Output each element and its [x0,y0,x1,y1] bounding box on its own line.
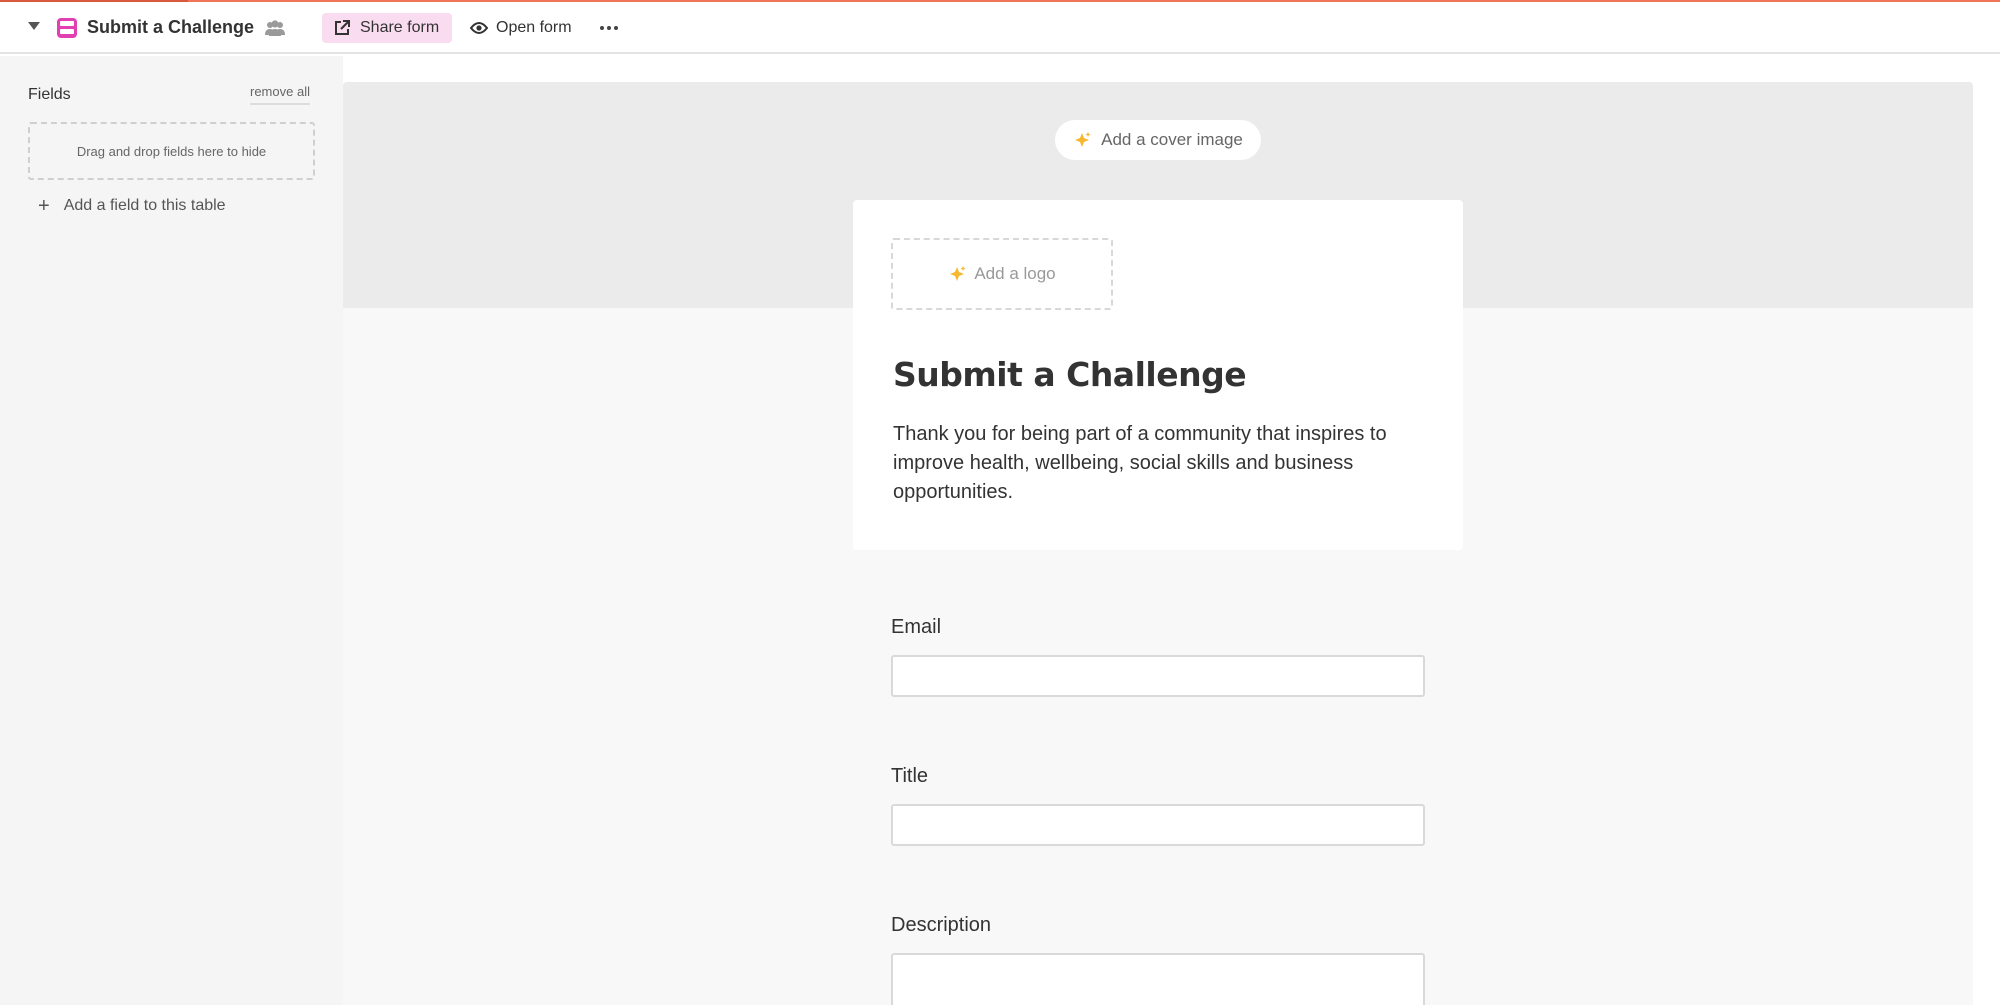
open-form-label: Open form [496,19,572,36]
add-field-button[interactable]: + Add a field to this table [38,196,226,216]
add-logo-label: Add a logo [974,264,1056,283]
add-logo-button[interactable]: Add a logo [891,238,1113,310]
form-canvas: Add a cover image Add a logo Submit a Ch… [343,82,1973,1005]
share-form-label: Share form [360,19,440,36]
form-description[interactable]: Thank you for being part of a community … [893,420,1433,507]
open-form-button[interactable]: Open form [470,13,572,43]
field-label: Title [891,765,929,787]
description-field[interactable] [891,953,1425,1005]
dropzone-text: Drag and drop fields here to hide [76,143,267,159]
form-field-description: Description [891,914,1425,1005]
view-toolbar: Submit a Challenge Share form Open form [0,2,2000,54]
form-field-email: Email [891,616,1425,697]
fields-heading: Fields [28,86,71,103]
view-menu-chevron-icon[interactable] [28,22,40,30]
ellipsis-icon[interactable] [598,14,620,42]
email-field[interactable] [891,655,1425,697]
plus-icon: + [38,195,50,217]
form-header-card: Add a logo Submit a Challenge Thank you … [853,200,1463,550]
sparkle-icon [1073,131,1091,149]
title-field[interactable] [891,804,1425,846]
add-cover-image-button[interactable]: Add a cover image [1055,120,1261,160]
form-title[interactable]: Submit a Challenge [893,355,1247,394]
add-field-label: Add a field to this table [63,197,226,214]
view-title[interactable]: Submit a Challenge [87,17,254,38]
fields-sidebar: Fields remove all Drag and drop fields h… [0,56,343,1005]
sparkle-icon [948,265,966,283]
field-label: Email [891,616,942,638]
add-cover-image-label: Add a cover image [1101,130,1243,149]
form-view-icon [57,18,77,38]
share-form-button[interactable]: Share form [322,13,452,43]
external-link-icon [334,20,350,36]
field-label: Description [891,914,992,936]
people-icon[interactable] [264,19,286,37]
hidden-fields-dropzone[interactable]: Drag and drop fields here to hide [28,122,315,180]
eye-icon [470,21,488,35]
form-field-title: Title [891,765,1425,846]
remove-all-button[interactable]: remove all [250,84,310,105]
